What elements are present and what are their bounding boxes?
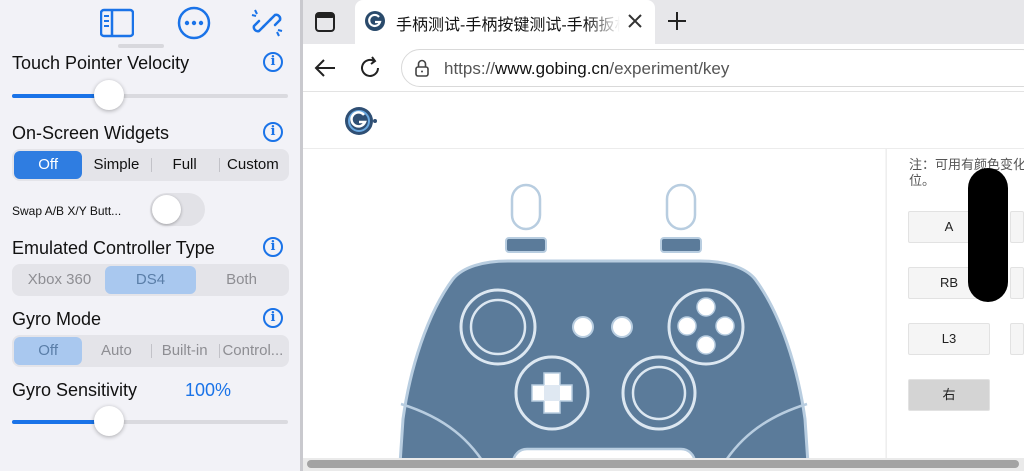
url-scheme: https:// (444, 59, 496, 78)
gyro-mode-segmented: Off Auto Built-in Control... (12, 335, 289, 367)
face-button-x[interactable] (677, 316, 697, 336)
widgets-option-full[interactable]: Full (150, 151, 219, 179)
settings-panel: Touch Pointer Velocity i On-Screen Widge… (0, 0, 301, 471)
on-screen-widgets-info-icon[interactable]: i (263, 122, 283, 142)
url-host: www.gobing.cn (495, 59, 610, 78)
controller-type-option-ds4[interactable]: DS4 (105, 266, 196, 294)
share-button[interactable] (572, 316, 594, 338)
key-indicator-pressed: 右 (908, 379, 990, 411)
gobing-favicon-icon (365, 11, 385, 31)
browser-window: 手柄测试-手柄按键测试-手柄扳机 https://www.gobing.cn/e… (303, 0, 1024, 471)
rb-bumper[interactable] (660, 237, 702, 253)
on-screen-widgets-label: On-Screen Widgets (12, 123, 170, 143)
widgets-option-custom[interactable]: Custom (218, 151, 287, 179)
key-indicator-partial (1010, 211, 1024, 243)
panel-handle (118, 44, 164, 48)
options-button[interactable] (611, 316, 633, 338)
url-text: https://www.gobing.cn/experiment/key (444, 59, 729, 79)
slider-knob[interactable] (93, 406, 124, 436)
disconnect-link-icon[interactable] (250, 6, 284, 40)
face-button-a[interactable] (696, 335, 716, 355)
gamepad-illustration (398, 183, 810, 471)
widgets-option-off[interactable]: Off (14, 151, 83, 179)
gyro-sensitivity-label: Gyro Sensitivity (12, 380, 138, 400)
emulated-controller-type-info-icon[interactable]: i (263, 237, 283, 257)
on-screen-widgets-segmented: Off Simple Full Custom (12, 149, 289, 181)
sidebar-icon[interactable] (100, 6, 134, 40)
horizontal-scrollbar[interactable] (303, 458, 1024, 471)
page-content: 注：可用有颜色变化位。 A RB L3 右 (303, 93, 1024, 471)
face-button-y[interactable] (696, 297, 716, 317)
tab-bar: 手柄测试-手柄按键测试-手柄扳机 (303, 0, 1024, 44)
new-tab-icon[interactable] (666, 10, 688, 32)
key-indicator-partial (1010, 267, 1024, 299)
tab-title: 手柄测试-手柄按键测试-手柄扳机 (396, 17, 620, 34)
swap-ab-xy-label: Swap A/B X/Y Butt... (12, 204, 122, 218)
rt-trigger[interactable] (665, 183, 697, 231)
emulated-controller-type-label: Emulated Controller Type (12, 238, 215, 258)
back-arrow-icon[interactable] (313, 56, 337, 80)
toggle-knob (152, 195, 181, 224)
touch-pointer-overlay (968, 168, 1008, 302)
tab-overview-icon[interactable] (314, 11, 336, 33)
gyro-mode-info-icon[interactable]: i (263, 308, 283, 328)
lt-trigger[interactable] (510, 183, 542, 231)
url-field[interactable]: https://www.gobing.cn/experiment/key (401, 49, 1024, 87)
touch-pointer-velocity-label: Touch Pointer Velocity (12, 53, 190, 73)
key-indicator: L3 (908, 323, 990, 355)
face-button-b[interactable] (715, 316, 735, 336)
more-icon[interactable] (177, 6, 211, 40)
controller-body (398, 259, 810, 471)
gyro-mode-label: Gyro Mode (12, 309, 102, 329)
url-path: /experiment/key (609, 59, 730, 78)
touch-pointer-velocity-slider[interactable] (12, 80, 288, 110)
address-bar: https://www.gobing.cn/experiment/key (303, 44, 1024, 92)
swap-ab-xy-toggle[interactable] (150, 193, 205, 226)
slider-knob[interactable] (93, 80, 124, 110)
gyro-mode-option-off[interactable]: Off (14, 337, 83, 365)
gyro-sensitivity-slider[interactable] (12, 406, 288, 436)
gyro-mode-option-built-in[interactable]: Built-in (150, 337, 219, 365)
emulated-controller-type-segmented: Xbox 360 DS4 Both (12, 264, 289, 296)
gyro-sensitivity-value: 100% (185, 380, 232, 400)
reload-icon[interactable] (358, 56, 382, 80)
touch-pointer-velocity-info-icon[interactable]: i (263, 52, 283, 72)
controller-area (303, 149, 885, 471)
controller-type-option-xbox-360[interactable]: Xbox 360 (14, 266, 105, 294)
panel-toolbar (0, 4, 301, 40)
close-tab-icon[interactable] (626, 12, 644, 30)
controller-type-option-both[interactable]: Both (196, 266, 287, 294)
site-header (303, 93, 1024, 149)
gyro-mode-option-control[interactable]: Control... (218, 337, 287, 365)
gyro-mode-option-auto[interactable]: Auto (82, 337, 150, 365)
widgets-option-simple[interactable]: Simple (82, 151, 150, 179)
lb-bumper[interactable] (505, 237, 547, 253)
key-indicator-partial (1010, 323, 1024, 355)
lock-icon[interactable] (414, 59, 430, 77)
gobing-logo-icon[interactable] (343, 105, 379, 137)
active-tab[interactable]: 手柄测试-手柄按键测试-手柄扳机 (355, 0, 655, 44)
scrollbar-thumb[interactable] (307, 460, 1019, 468)
